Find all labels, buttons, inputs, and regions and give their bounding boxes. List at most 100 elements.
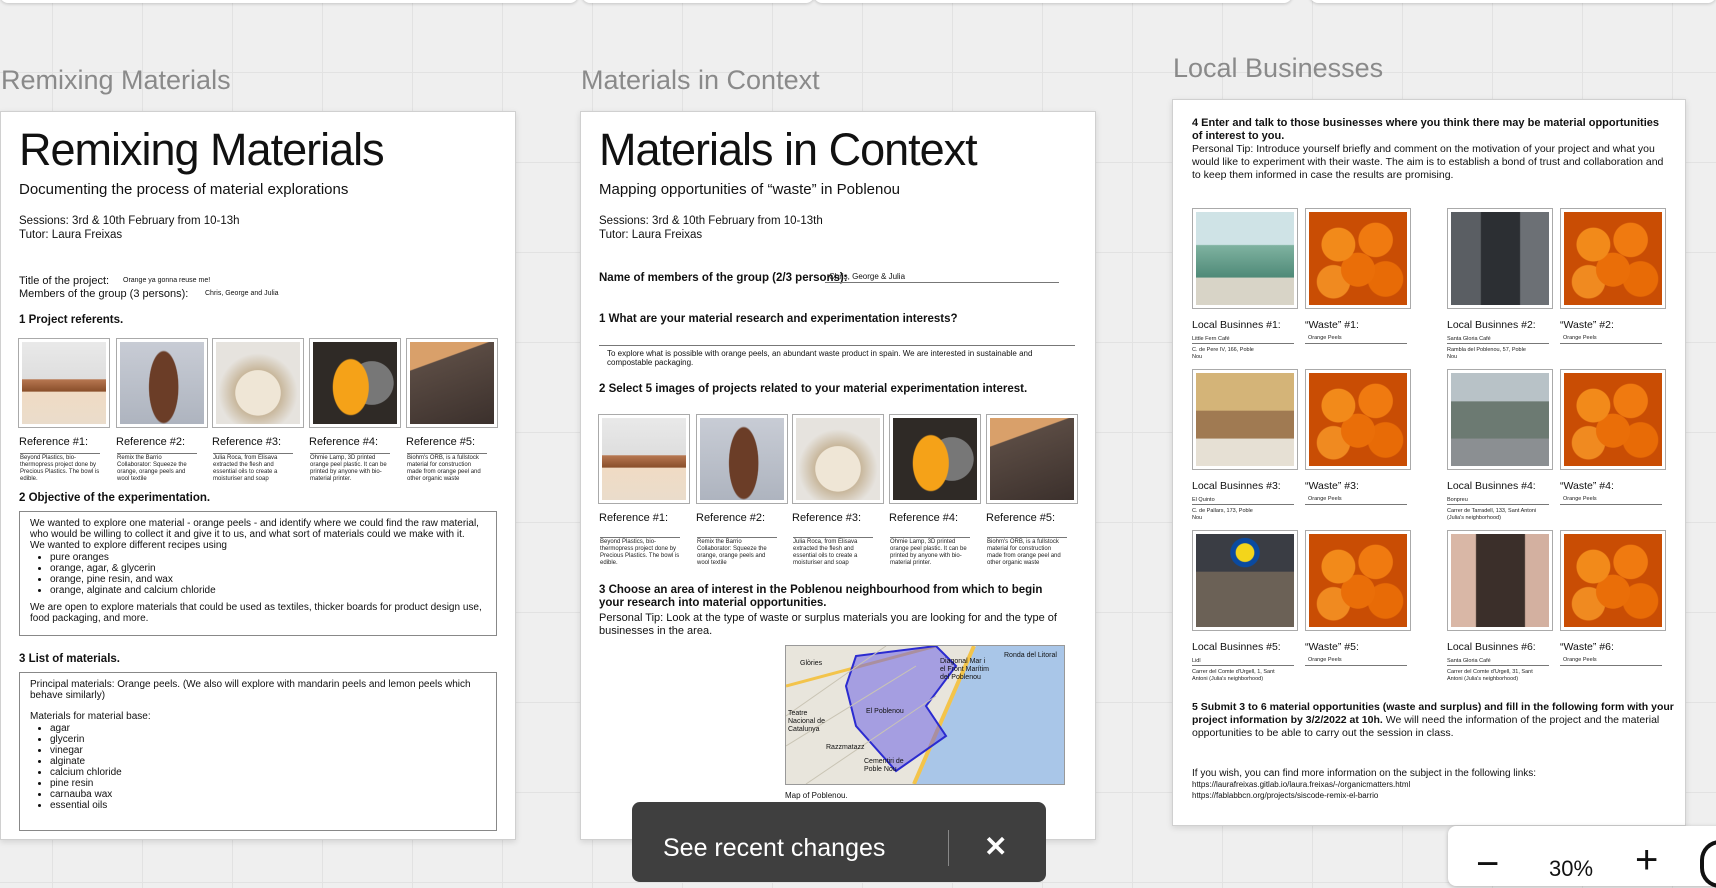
step-5: 5 Submit 3 to 6 material opportunities (… bbox=[1192, 701, 1676, 740]
poblenou-map[interactable]: Glòries Diagonal Mar i el Front Marítim … bbox=[785, 645, 1065, 785]
field-line bbox=[1560, 665, 1662, 666]
link[interactable]: https://fablabbcn.org/projects/siscode-r… bbox=[1192, 791, 1378, 801]
sessions: Sessions: 3rd & 10th February from 10-13… bbox=[19, 215, 240, 227]
map-label: Cementiri de Poble Nou bbox=[864, 758, 904, 773]
map-caption: Map of Poblenou. bbox=[785, 791, 848, 800]
document-materials-in-context[interactable]: Materials in Context Mapping opportuniti… bbox=[580, 111, 1096, 840]
waste-photo bbox=[1560, 530, 1666, 631]
frame-label-remixing[interactable]: Remixing Materials bbox=[1, 65, 231, 96]
list-item: calcium chloride bbox=[50, 767, 486, 778]
sessions: Sessions: 3rd & 10th February from 10-13… bbox=[599, 215, 823, 227]
business-address: Carrer del Comte d'Urgell, 1, Sant Anton… bbox=[1192, 669, 1275, 682]
field-line bbox=[1192, 504, 1294, 505]
materials-text: Materials for material base: bbox=[30, 711, 151, 722]
map-label: Diagonal Mar i el Front Marítim del Pobl… bbox=[940, 658, 990, 681]
business-photo bbox=[1447, 530, 1553, 631]
waste-photo bbox=[1305, 208, 1411, 309]
business-address: C. de Pallars, 173, Poble Nou bbox=[1192, 508, 1253, 521]
business-name: Bonpreu bbox=[1447, 497, 1468, 503]
reference-label: Reference #1: bbox=[19, 436, 89, 448]
doc-title: Remixing Materials bbox=[19, 124, 385, 175]
business-label: Local Businnes #4: bbox=[1447, 480, 1536, 492]
reference-description: Biohm's ORB, is a fullstock material for… bbox=[987, 537, 1067, 567]
close-icon[interactable]: ✕ bbox=[984, 830, 1007, 863]
cafe-image bbox=[1196, 212, 1294, 305]
bowl-image bbox=[602, 418, 686, 500]
field-line bbox=[1192, 343, 1294, 344]
field-line bbox=[1305, 665, 1407, 666]
map-label: Razzmatazz bbox=[826, 744, 865, 751]
zoom-out-button[interactable]: − bbox=[1476, 844, 1499, 884]
zoom-in-button[interactable]: + bbox=[1635, 840, 1658, 880]
field-line bbox=[1560, 504, 1662, 505]
business-photo bbox=[1192, 530, 1298, 631]
materials-list: agar glycerin vinegar alginate calcium c… bbox=[30, 723, 486, 811]
tutor: Tutor: Laura Freixas bbox=[19, 229, 123, 241]
frame-label-businesses[interactable]: Local Businesses bbox=[1173, 53, 1383, 84]
list-item: pine resin bbox=[50, 778, 486, 789]
business-address: Carrer del Comte d'Urgell, 31, Sant Anto… bbox=[1447, 669, 1533, 682]
document-remixing-materials[interactable]: Remixing Materials Documenting the proce… bbox=[0, 111, 516, 840]
coat-image bbox=[700, 418, 784, 500]
business-label: Local Businnes #3: bbox=[1192, 480, 1281, 492]
partial-card[interactable] bbox=[1310, 0, 1716, 3]
field-line bbox=[1192, 665, 1294, 666]
orange-peels-image bbox=[1564, 534, 1662, 627]
map-label: El Poblenou bbox=[866, 708, 904, 715]
section-heading: 3 List of materials. bbox=[19, 653, 120, 665]
doc-subtitle: Mapping opportunities of “waste” in Pobl… bbox=[599, 181, 901, 198]
partial-card[interactable] bbox=[0, 0, 578, 3]
reference-image bbox=[406, 338, 498, 428]
members-label: Name of members of the group (2/3 person… bbox=[599, 272, 848, 284]
objective-text: We wanted to explore different recipes u… bbox=[30, 540, 227, 551]
waste-label: “Waste” #3: bbox=[1305, 480, 1359, 492]
objective-text: We are open to explore materials that co… bbox=[30, 602, 482, 624]
partial-card[interactable] bbox=[582, 0, 814, 3]
list-item: agar bbox=[50, 723, 486, 734]
members-label: Members of the group (3 persons): bbox=[19, 288, 189, 300]
project-title-label: Title of the project: bbox=[19, 275, 110, 287]
materials-text: Principal materials: Orange peels. (We a… bbox=[30, 679, 471, 701]
doc-subtitle: Documenting the process of material expl… bbox=[19, 181, 349, 198]
business-photo bbox=[1192, 369, 1298, 470]
fit-view-icon[interactable] bbox=[1700, 840, 1716, 888]
members-value: Chris, George & Julia bbox=[825, 272, 1059, 283]
reference-description: Remix the Barrio Collaborator: Squeeze t… bbox=[117, 453, 197, 483]
document-local-businesses[interactable]: 4 Enter and talk to those businesses whe… bbox=[1172, 99, 1686, 826]
link[interactable]: https://laurafreixas.gitlab.io/laura.fre… bbox=[1192, 780, 1410, 790]
shopfront-image bbox=[1451, 534, 1549, 627]
reference-label: Reference #2: bbox=[116, 436, 186, 448]
partial-card[interactable] bbox=[814, 0, 1292, 3]
waste-photo bbox=[1560, 208, 1666, 309]
waste-value: Orange Peels bbox=[1308, 335, 1342, 341]
waste-value: Orange Peels bbox=[1563, 657, 1597, 663]
business-name: Little Fern Café bbox=[1192, 336, 1230, 342]
business-address: C. de Pere IV, 166, Poble Nou bbox=[1192, 347, 1254, 360]
list-item: orange, agar, & glycerin bbox=[50, 563, 486, 574]
see-recent-changes-button[interactable]: See recent changes bbox=[663, 834, 885, 863]
business-name: El Quinto bbox=[1192, 497, 1215, 503]
reference-description: Ohmie Lamp, 3D printed orange peel plast… bbox=[310, 453, 390, 483]
waste-value: Orange Peels bbox=[1308, 657, 1342, 663]
reference-label: Reference #5: bbox=[986, 512, 1056, 524]
orange-peels-image bbox=[1564, 373, 1662, 466]
reference-description: Julia Roca, from Elisava extracted the f… bbox=[793, 537, 873, 567]
business-photo bbox=[1447, 369, 1553, 470]
business-photo bbox=[1192, 208, 1298, 309]
waste-value: Orange Peels bbox=[1563, 496, 1597, 502]
waste-label: “Waste” #1: bbox=[1305, 319, 1359, 331]
business-address: Rambla del Poblenou, 57, Poble Nou bbox=[1447, 347, 1526, 360]
business-label: Local Businnes #1: bbox=[1192, 319, 1281, 331]
list-item: glycerin bbox=[50, 734, 486, 745]
zoom-level[interactable]: 30% bbox=[1549, 856, 1593, 882]
step-4-title: 4 Enter and talk to those businesses whe… bbox=[1192, 117, 1660, 142]
reference-label: Reference #3: bbox=[212, 436, 282, 448]
question-2: 2 Select 5 images of projects related to… bbox=[599, 383, 1028, 395]
reference-label: Reference #1: bbox=[599, 512, 669, 524]
reference-image bbox=[792, 414, 884, 504]
recent-changes-toast[interactable]: See recent changes ✕ bbox=[632, 802, 1046, 882]
list-item: orange, alginate and calcium chloride bbox=[50, 585, 486, 596]
frame-label-context[interactable]: Materials in Context bbox=[581, 65, 820, 96]
map-label: Teatre Nacional de Catalunya bbox=[788, 710, 825, 733]
reference-description: Beyond Plastics, bio-thermopress project… bbox=[600, 537, 680, 566]
